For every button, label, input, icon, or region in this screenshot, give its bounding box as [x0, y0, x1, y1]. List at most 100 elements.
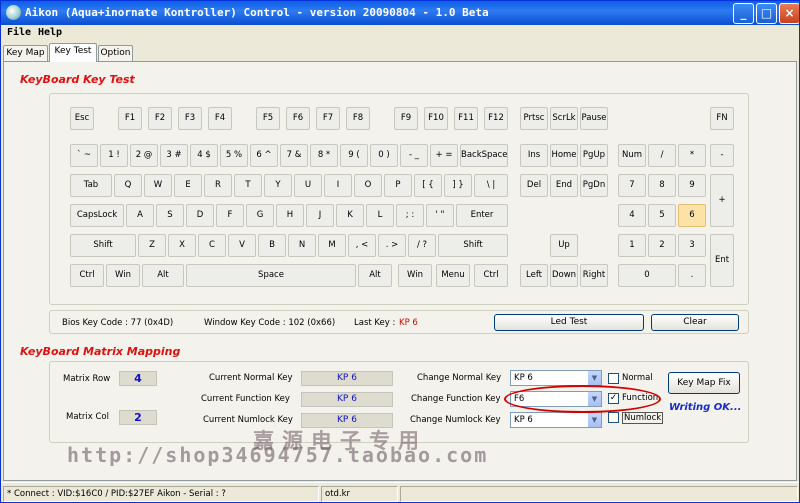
- key-left-win[interactable]: Win: [106, 264, 140, 287]
- key-d[interactable]: D: [186, 204, 214, 227]
- key-z[interactable]: Z: [138, 234, 166, 257]
- key-b[interactable]: B: [258, 234, 286, 257]
- key-f7[interactable]: F7: [316, 107, 340, 130]
- key-kp9[interactable]: 9: [678, 174, 706, 197]
- key-backspace[interactable]: BackSpace: [460, 144, 508, 167]
- key-p[interactable]: P: [384, 174, 412, 197]
- key-kp-minus[interactable]: -: [710, 144, 734, 167]
- key-t[interactable]: T: [234, 174, 262, 197]
- key-up[interactable]: Up: [550, 234, 578, 257]
- key-kp-plus[interactable]: +: [710, 174, 734, 227]
- key-f10[interactable]: F10: [424, 107, 448, 130]
- key-n[interactable]: N: [288, 234, 316, 257]
- key-kp-enter[interactable]: Ent: [710, 234, 734, 287]
- key-3[interactable]: 3 #: [160, 144, 188, 167]
- key-right-win[interactable]: Win: [398, 264, 432, 287]
- change-normal-key-select[interactable]: KP 6 ▼: [510, 370, 602, 386]
- key-5[interactable]: 5 %: [220, 144, 248, 167]
- key-left-shift[interactable]: Shift: [70, 234, 136, 257]
- key-c[interactable]: C: [198, 234, 226, 257]
- key-q[interactable]: Q: [114, 174, 142, 197]
- key-kp4[interactable]: 4: [618, 204, 646, 227]
- key-g[interactable]: G: [246, 204, 274, 227]
- key-8[interactable]: 8 *: [310, 144, 338, 167]
- key-rbracket[interactable]: ] }: [444, 174, 472, 197]
- key-f5[interactable]: F5: [256, 107, 280, 130]
- key-w[interactable]: W: [144, 174, 172, 197]
- key-j[interactable]: J: [306, 204, 334, 227]
- key-comma[interactable]: , <: [348, 234, 376, 257]
- key-ins[interactable]: Ins: [520, 144, 548, 167]
- key-backslash[interactable]: \ |: [474, 174, 508, 197]
- key-6[interactable]: 6 ^: [250, 144, 278, 167]
- tab-key-test[interactable]: Key Test: [49, 43, 97, 62]
- key-r[interactable]: R: [204, 174, 232, 197]
- key-e[interactable]: E: [174, 174, 202, 197]
- key-tab[interactable]: Tab: [70, 174, 112, 197]
- key-m[interactable]: M: [318, 234, 346, 257]
- key-kp2[interactable]: 2: [648, 234, 676, 257]
- key-period[interactable]: . >: [378, 234, 406, 257]
- key-right-ctrl[interactable]: Ctrl: [474, 264, 508, 287]
- tab-key-map[interactable]: Key Map: [3, 45, 48, 62]
- key-k[interactable]: K: [336, 204, 364, 227]
- key-u[interactable]: U: [294, 174, 322, 197]
- chevron-down-icon[interactable]: ▼: [587, 413, 601, 427]
- key-pause[interactable]: Pause: [580, 107, 608, 130]
- key-1[interactable]: 1 !: [100, 144, 128, 167]
- numlock-checkbox[interactable]: [608, 412, 619, 423]
- key-prtsc[interactable]: Prtsc: [520, 107, 548, 130]
- key-down[interactable]: Down: [550, 264, 578, 287]
- menu-help[interactable]: Help: [38, 27, 62, 38]
- change-numlock-key-select[interactable]: KP 6 ▼: [510, 412, 602, 428]
- key-kp0[interactable]: 0: [618, 264, 676, 287]
- key-capslock[interactable]: CapsLock: [70, 204, 124, 227]
- key-h[interactable]: H: [276, 204, 304, 227]
- key-f2[interactable]: F2: [148, 107, 172, 130]
- minimize-button[interactable]: _: [733, 3, 754, 24]
- key-4[interactable]: 4 $: [190, 144, 218, 167]
- key-a[interactable]: A: [126, 204, 154, 227]
- key-space[interactable]: Space: [186, 264, 356, 287]
- key-i[interactable]: I: [324, 174, 352, 197]
- key-kp6[interactable]: 6: [678, 204, 706, 227]
- key-scrlk[interactable]: ScrLk: [550, 107, 578, 130]
- key-0[interactable]: 0 ): [370, 144, 398, 167]
- key-map-fix-button[interactable]: Key Map Fix: [668, 372, 740, 394]
- chevron-down-icon[interactable]: ▼: [587, 371, 601, 385]
- title-bar[interactable]: Aikon (Aqua+inornate Kontroller) Control…: [1, 1, 799, 25]
- key-right[interactable]: Right: [580, 264, 608, 287]
- key-end[interactable]: End: [550, 174, 578, 197]
- key-kp1[interactable]: 1: [618, 234, 646, 257]
- key-semicolon[interactable]: ; :: [396, 204, 424, 227]
- key-kp7[interactable]: 7: [618, 174, 646, 197]
- key-kp-star[interactable]: *: [678, 144, 706, 167]
- key-7[interactable]: 7 &: [280, 144, 308, 167]
- key-tilde[interactable]: ` ~: [70, 144, 98, 167]
- key-f8[interactable]: F8: [346, 107, 370, 130]
- clear-button[interactable]: Clear: [651, 314, 739, 331]
- key-fn[interactable]: FN: [710, 107, 734, 130]
- key-question[interactable]: / ?: [408, 234, 436, 257]
- key-home[interactable]: Home: [550, 144, 578, 167]
- key-pgdn[interactable]: PgDn: [580, 174, 608, 197]
- key-o[interactable]: O: [354, 174, 382, 197]
- tab-option[interactable]: Option: [98, 45, 133, 62]
- key-f1[interactable]: F1: [118, 107, 142, 130]
- key-2[interactable]: 2 @: [130, 144, 158, 167]
- menu-file[interactable]: File: [7, 27, 31, 38]
- key-f4[interactable]: F4: [208, 107, 232, 130]
- key-numlock[interactable]: Num: [618, 144, 646, 167]
- key-kp-dot[interactable]: .: [678, 264, 706, 287]
- key-kp8[interactable]: 8: [648, 174, 676, 197]
- key-pgup[interactable]: PgUp: [580, 144, 608, 167]
- key-f[interactable]: F: [216, 204, 244, 227]
- key-f3[interactable]: F3: [178, 107, 202, 130]
- led-test-button[interactable]: Led Test: [494, 314, 644, 331]
- key-y[interactable]: Y: [264, 174, 292, 197]
- key-right-alt[interactable]: Alt: [358, 264, 392, 287]
- key-v[interactable]: V: [228, 234, 256, 257]
- key-minus[interactable]: - _: [400, 144, 428, 167]
- key-f12[interactable]: F12: [484, 107, 508, 130]
- key-enter[interactable]: Enter: [456, 204, 508, 227]
